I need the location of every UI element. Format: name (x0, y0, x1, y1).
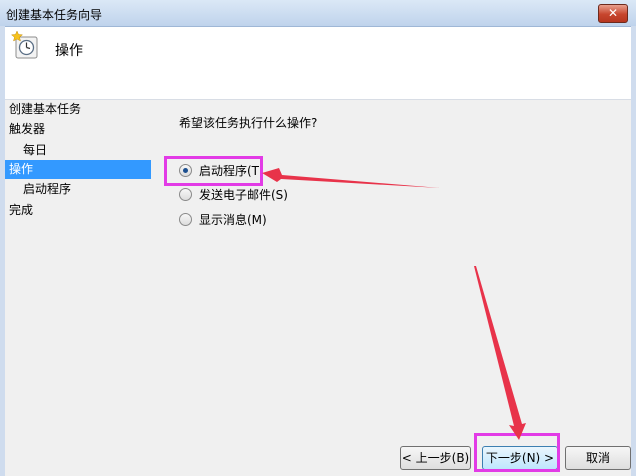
radio-label: 发送电子邮件(S) (199, 188, 288, 202)
sidebar-item-label: 每日 (23, 143, 48, 157)
sidebar-item-label: 触发器 (9, 122, 46, 136)
wizard-body: 创建基本任务 触发器 每日 操作 启动程序 完成 希望该任务执行什么操作? 启动… (5, 100, 631, 476)
wizard-header: 操作 (5, 27, 631, 100)
close-icon: ✕ (607, 6, 619, 20)
page-title: 操作 (55, 43, 83, 59)
task-clock-icon (11, 31, 38, 59)
highlight-box-start-program (164, 156, 263, 186)
sidebar-item-create-basic-task[interactable]: 创建基本任务 (5, 100, 151, 119)
radio-show-message[interactable]: 显示消息(M) (179, 211, 267, 229)
sidebar-item-label: 创建基本任务 (9, 102, 82, 116)
back-button[interactable]: < 上一步(B) (400, 446, 471, 470)
sidebar-item-finish[interactable]: 完成 (5, 201, 151, 220)
sidebar-item-start-program[interactable]: 启动程序 (5, 180, 151, 199)
radio-send-email[interactable]: 发送电子邮件(S) (179, 186, 288, 204)
window-title: 创建基本任务向导 (6, 8, 103, 22)
radio-unselected-icon (179, 188, 192, 201)
highlight-box-next-button (474, 433, 560, 472)
action-content: 希望该任务执行什么操作? 启动程序(T) 发送电子邮件(S) 显示消息(M) (151, 100, 631, 430)
sidebar-item-trigger[interactable]: 触发器 (5, 120, 151, 139)
window-frame-right (631, 26, 636, 476)
close-button[interactable]: ✕ (598, 4, 628, 23)
cancel-button[interactable]: 取消 (565, 446, 631, 470)
sidebar-item-label: 操作 (9, 162, 34, 176)
title-bar: 创建基本任务向导 ✕ (0, 0, 636, 27)
sidebar-item-daily[interactable]: 每日 (5, 141, 151, 160)
radio-unselected-icon (179, 213, 192, 226)
sidebar-item-label: 启动程序 (23, 182, 72, 196)
action-question: 希望该任务执行什么操作? (179, 116, 318, 130)
wizard-steps-sidebar: 创建基本任务 触发器 每日 操作 启动程序 完成 (5, 100, 151, 430)
radio-label: 显示消息(M) (199, 213, 267, 227)
sidebar-item-action[interactable]: 操作 (5, 160, 151, 179)
sidebar-item-label: 完成 (9, 203, 34, 217)
